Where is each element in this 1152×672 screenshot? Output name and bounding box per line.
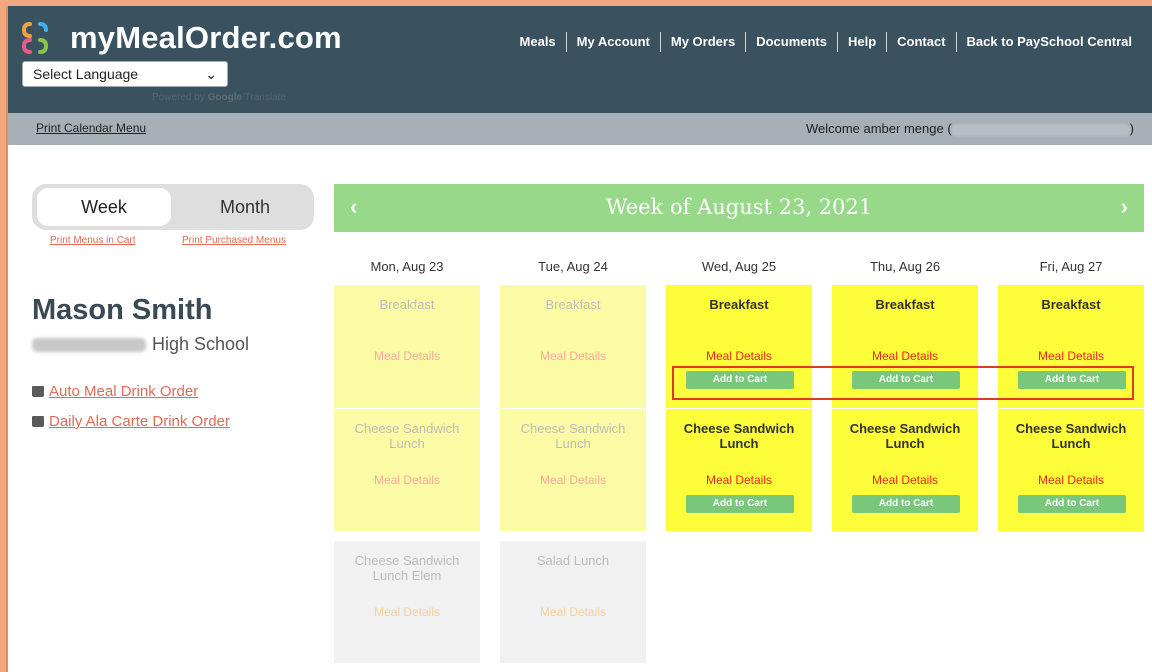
meal-name: Breakfast [709, 297, 769, 312]
meal-name: Cheese Sandwich Lunch [683, 421, 795, 451]
meal-details-link[interactable]: Meal Details [500, 473, 646, 487]
meal-cell-thu-cheese-sandwich-lunch: Cheese Sandwich Lunch Meal Details Add t… [832, 409, 978, 531]
meal-cell-mon-cheese-sandwich-lunch-elem: Cheese Sandwich Lunch Elem Meal Details [334, 541, 480, 663]
meal-cell-fri-cheese-sandwich-lunch: Cheese Sandwich Lunch Meal Details Add t… [998, 409, 1144, 531]
nav-contact[interactable]: Contact [886, 32, 955, 52]
meal-name: Cheese Sandwich Lunch [1015, 421, 1127, 451]
auto-meal-drink-order[interactable]: Auto Meal Drink Order [32, 383, 198, 400]
header-bar: myMealOrder.com Select Language ⌄ Powere… [8, 6, 1152, 113]
meal-cell-tue-breakfast: Breakfast Meal Details [500, 285, 646, 408]
powered-prefix: Powered by [152, 92, 205, 103]
week-navigation-bar: ‹ Week of August 23, 2021 › [334, 184, 1144, 232]
welcome-message: Welcome amber menge () [806, 121, 1134, 136]
meal-cell-mon-breakfast: Breakfast Meal Details [334, 285, 480, 408]
meal-details-link[interactable]: Meal Details [666, 473, 812, 487]
sub-header-bar: Print Calendar Menu Welcome amber menge … [8, 113, 1152, 145]
nav-documents[interactable]: Documents [745, 32, 837, 52]
meal-cell-tue-salad-lunch: Salad Lunch Meal Details [500, 541, 646, 663]
meal-name: Cheese Sandwich Lunch [354, 421, 460, 451]
meal-details-link[interactable]: Meal Details [832, 473, 978, 487]
redacted-school-name [32, 338, 146, 353]
google-logo-text: Google [207, 92, 243, 103]
add-to-cart-button[interactable]: Add to Cart [852, 495, 960, 513]
nav-back-to-payschool[interactable]: Back to PaySchool Central [955, 32, 1142, 52]
powered-by-google-translate: Powered by Google Translate [152, 92, 286, 103]
app-frame: myMealOrder.com Select Language ⌄ Powere… [6, 6, 1152, 672]
language-select[interactable]: Select Language ⌄ [22, 61, 228, 87]
add-to-cart-button[interactable]: Add to Cart [1018, 495, 1126, 513]
meal-details-link[interactable]: Meal Details [334, 605, 480, 619]
meal-details-link[interactable]: Meal Details [998, 473, 1144, 487]
meal-name: Breakfast [545, 297, 601, 312]
drink-cup-icon [32, 386, 44, 397]
meal-details-link[interactable]: Meal Details [334, 473, 480, 487]
meal-cell-tue-cheese-sandwich-lunch: Cheese Sandwich Lunch Meal Details [500, 409, 646, 531]
week-title: Week of August 23, 2021 [605, 195, 873, 219]
meal-details-link[interactable]: Meal Details [832, 349, 978, 363]
language-select-value: Select Language [33, 66, 139, 82]
day-header-tue: Tue, Aug 24 [538, 259, 608, 274]
nav-meals[interactable]: Meals [510, 32, 566, 52]
print-purchased-menus-link[interactable]: Print Purchased Menus [182, 235, 286, 246]
nav-my-account[interactable]: My Account [565, 32, 660, 52]
meal-name: Breakfast [1041, 297, 1101, 312]
day-header-fri: Fri, Aug 27 [1039, 259, 1103, 274]
school-suffix: High School [152, 334, 250, 354]
print-menus-in-cart-link[interactable]: Print Menus in Cart [50, 235, 136, 246]
welcome-text: Welcome amber menge ( [805, 121, 952, 136]
brand-name: myMealOrder.com [70, 20, 342, 55]
meal-name: Cheese Sandwich Lunch [849, 421, 961, 451]
meal-name: Cheese Sandwich Lunch [520, 421, 626, 451]
daily-ala-carte-drink-order-link[interactable]: Daily Ala Carte Drink Order [49, 413, 230, 430]
meal-details-link[interactable]: Meal Details [500, 605, 646, 619]
brand-logo[interactable]: myMealOrder.com [22, 20, 342, 56]
meal-details-link[interactable]: Meal Details [666, 349, 812, 363]
meal-name: Breakfast [875, 297, 935, 312]
day-header-wed: Wed, Aug 25 [701, 259, 777, 274]
month-view-button[interactable]: Month [178, 188, 312, 226]
meal-details-link[interactable]: Meal Details [500, 349, 646, 363]
view-toggle: Week Month [32, 184, 314, 230]
drink-cup-icon [32, 416, 44, 427]
main-nav: Meals My Account My Orders Documents Hel… [510, 32, 1142, 52]
chevron-down-icon: ⌄ [205, 65, 217, 82]
meal-cell-mon-cheese-sandwich-lunch: Cheese Sandwich Lunch Meal Details [334, 409, 480, 531]
welcome-close-paren: ) [1129, 121, 1134, 136]
meal-details-link[interactable]: Meal Details [998, 349, 1144, 363]
meal-name: Cheese Sandwich Lunch Elem [354, 553, 460, 583]
day-header-thu: Thu, Aug 26 [869, 259, 941, 274]
redacted-account-info [951, 123, 1130, 136]
translate-text: Translate [244, 92, 286, 103]
daily-ala-carte-drink-order[interactable]: Daily Ala Carte Drink Order [32, 413, 230, 430]
day-header-mon: Mon, Aug 23 [370, 259, 444, 274]
meal-details-link[interactable]: Meal Details [334, 349, 480, 363]
nav-my-orders[interactable]: My Orders [659, 32, 745, 52]
logo-icon [22, 22, 49, 54]
student-name: Mason Smith [32, 294, 213, 326]
chevron-right-icon[interactable]: › [1121, 194, 1128, 220]
print-calendar-menu-link[interactable]: Print Calendar Menu [36, 121, 146, 135]
add-to-cart-button[interactable]: Add to Cart [686, 495, 794, 513]
student-school: High School [32, 334, 249, 355]
meal-name: Breakfast [379, 297, 435, 312]
auto-meal-drink-order-link[interactable]: Auto Meal Drink Order [49, 383, 198, 400]
week-view-button[interactable]: Week [37, 188, 171, 226]
meal-name: Salad Lunch [536, 553, 610, 568]
meal-cell-wed-cheese-sandwich-lunch: Cheese Sandwich Lunch Meal Details Add t… [666, 409, 812, 531]
add-to-cart-highlight-box [672, 366, 1134, 400]
nav-help[interactable]: Help [836, 32, 886, 52]
